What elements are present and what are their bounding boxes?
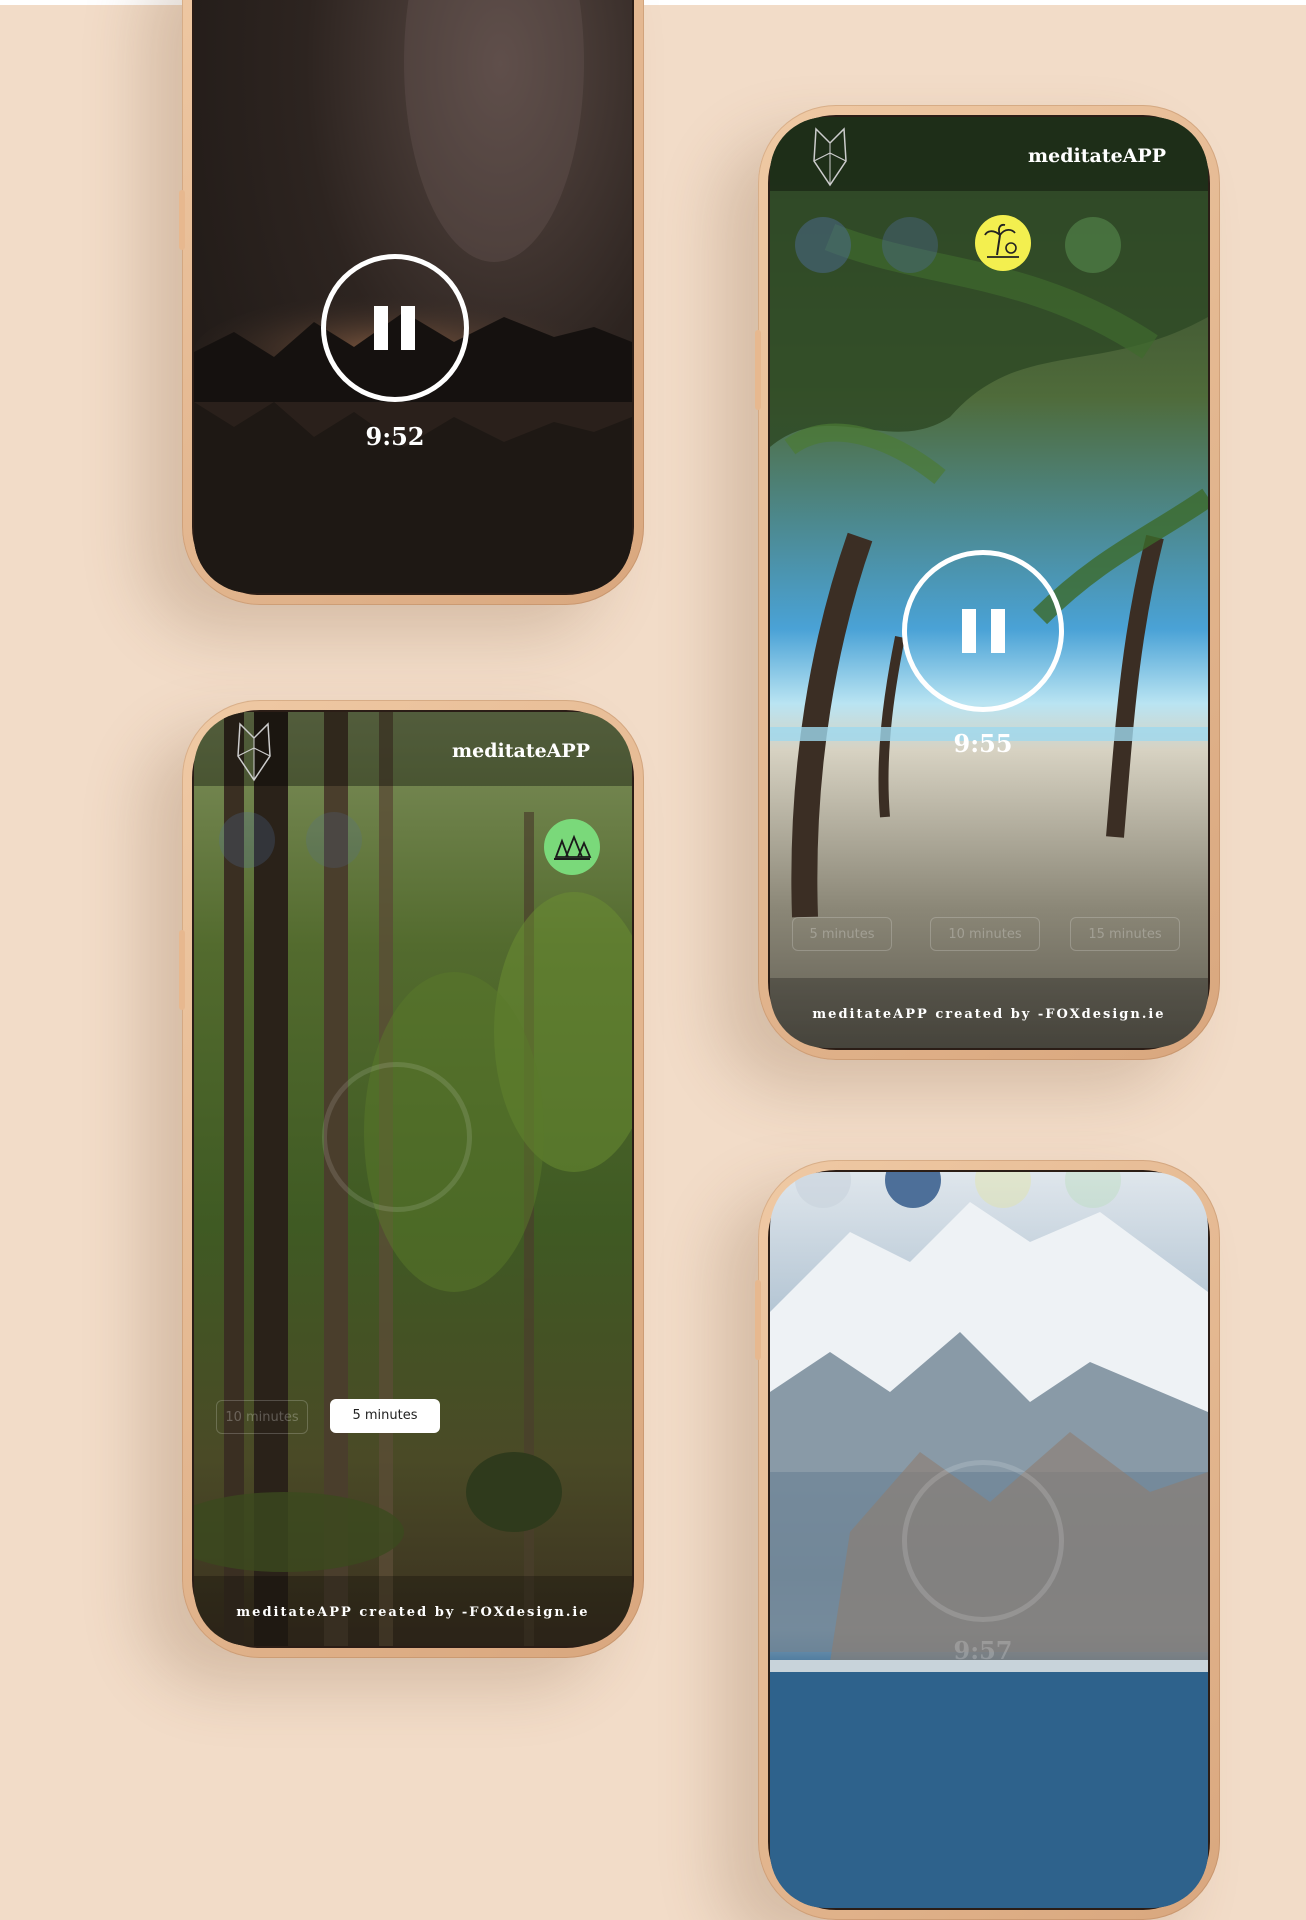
mountain-screen: 9:57 (770, 1172, 1208, 1908)
night-sky-screen: 9:52 (194, 0, 632, 593)
timer-display: 9:55 (953, 729, 1013, 758)
app-brand: meditateAPP (452, 740, 590, 762)
app-header: meditateAPP (194, 712, 632, 786)
side-button (755, 330, 761, 410)
sound-beach-button[interactable] (306, 812, 362, 868)
duration-option-10[interactable]: 10 minutes (930, 917, 1040, 951)
sound-rain-button[interactable] (795, 217, 851, 273)
app-brand: meditateAPP (1028, 145, 1166, 167)
pause-bar-left (962, 609, 976, 653)
beach-screen: meditateAPP 9:55 5 minutes 10 minutes 15… (770, 117, 1208, 1048)
sound-rain-button[interactable] (219, 812, 275, 868)
side-button (179, 930, 185, 1010)
timer-display: 9:52 (365, 422, 425, 451)
duration-option-5[interactable]: 5 minutes (792, 917, 892, 951)
fox-logo-icon (237, 722, 271, 782)
phone-night-sky: 9:52 (182, 0, 644, 605)
forest-screen: meditateAPP 10 minutes 5 minutes meditat… (194, 712, 632, 1646)
phone-forest: meditateAPP 10 minutes 5 minutes meditat… (182, 700, 644, 1658)
footer-credit: meditateAPP created by -FOXdesign.ie (236, 1605, 590, 1620)
sound-forest-button[interactable] (882, 217, 938, 273)
sound-mountain-button[interactable] (1065, 217, 1121, 273)
app-footer: meditateAPP created by -FOXdesign.ie (194, 1576, 632, 1646)
phone-tropical-beach: meditateAPP 9:55 5 minutes 10 minutes 15… (758, 105, 1220, 1060)
pause-button[interactable] (902, 550, 1064, 712)
forest-icon (554, 834, 592, 860)
palm-island-icon (984, 223, 1019, 258)
app-footer: meditateAPP created by -FOXdesign.ie (770, 978, 1208, 1048)
sound-beach-button[interactable] (975, 215, 1031, 271)
duration-option-selected[interactable]: 5 minutes (330, 1399, 440, 1433)
phone-mountain-lake: 9:57 (758, 1160, 1220, 1920)
duration-option-faded[interactable]: 10 minutes (216, 1400, 308, 1434)
side-button (179, 190, 185, 250)
footer-credit: meditateAPP created by -FOXdesign.ie (812, 1007, 1166, 1022)
timer-display: 9:57 (953, 1636, 1013, 1665)
sound-forest-button[interactable] (544, 819, 600, 875)
pause-button-faded[interactable] (322, 1062, 472, 1212)
pause-button[interactable] (321, 254, 469, 402)
pause-bar-right (401, 306, 415, 350)
side-button (755, 1280, 761, 1360)
pause-button-faded[interactable] (902, 1460, 1064, 1622)
app-header: meditateAPP (770, 117, 1208, 191)
duration-option-15[interactable]: 15 minutes (1070, 917, 1180, 951)
pause-bar-left (374, 306, 388, 350)
fox-logo-icon (813, 127, 847, 187)
pause-bar-right (991, 609, 1005, 653)
